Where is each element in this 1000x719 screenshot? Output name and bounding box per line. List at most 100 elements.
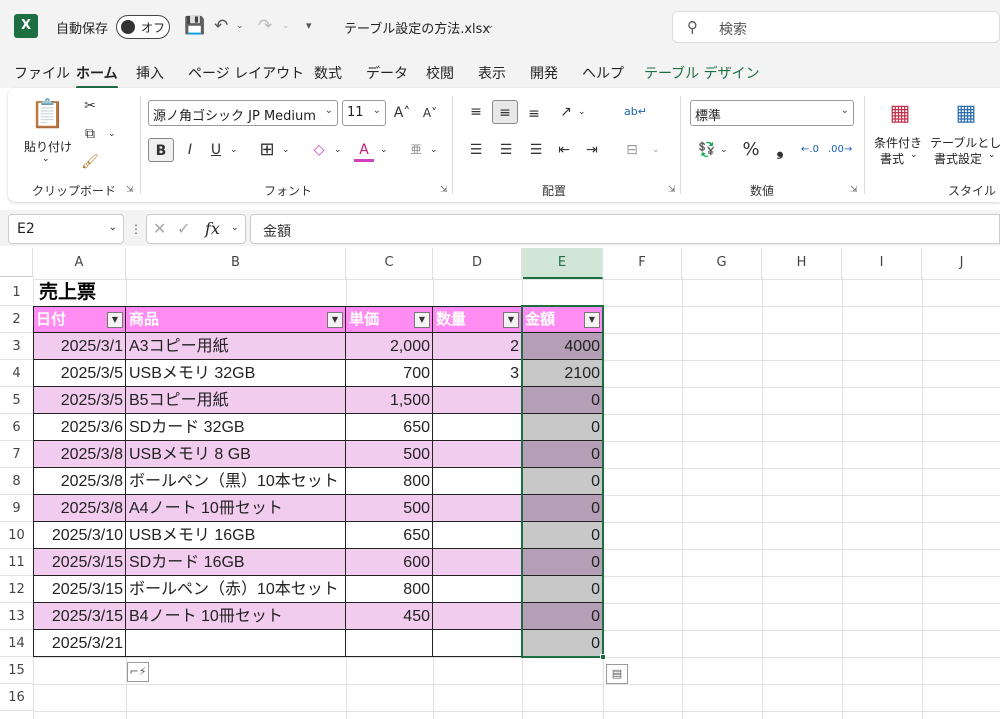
table-cell[interactable]: 2025/3/15 bbox=[33, 603, 126, 630]
accounting-format-icon[interactable]: 💱 bbox=[696, 138, 718, 162]
column-header-a[interactable]: A bbox=[33, 248, 126, 279]
column-header-d[interactable]: D bbox=[433, 248, 522, 279]
conditional-format-label-2[interactable]: 書式 bbox=[880, 150, 904, 167]
table-cell[interactable] bbox=[126, 630, 346, 657]
accounting-dropdown-icon[interactable]: ⌄ bbox=[720, 138, 728, 162]
align-bottom-icon[interactable]: ≡ bbox=[524, 102, 544, 126]
table-cell[interactable]: USBメモリ 16GB bbox=[126, 522, 346, 549]
tab-table-design[interactable]: テーブル デザイン bbox=[644, 63, 760, 83]
more-options-icon[interactable]: ⋮ bbox=[130, 222, 142, 236]
column-header-j[interactable]: J bbox=[922, 248, 1000, 279]
tab-view[interactable]: 表示 bbox=[478, 63, 506, 83]
table-cell[interactable]: A4ノート 10冊セット bbox=[126, 495, 346, 522]
filter-dropdown-icon[interactable]: ▼ bbox=[327, 312, 343, 328]
conditional-dropdown-icon[interactable]: ⌄ bbox=[910, 150, 918, 160]
decrease-font-icon[interactable]: A˅ bbox=[420, 101, 440, 125]
border-dropdown-icon[interactable]: ⌄ bbox=[282, 138, 290, 162]
decrease-indent-icon[interactable]: ⇤ bbox=[554, 138, 574, 162]
quick-analysis-icon[interactable]: ▤ bbox=[606, 664, 628, 684]
table-cell[interactable]: 2025/3/5 bbox=[33, 387, 126, 414]
align-center-icon[interactable]: ☰ bbox=[496, 138, 516, 162]
row-header-8[interactable]: 8 bbox=[0, 468, 33, 495]
format-as-table-label-1[interactable]: テーブルとして bbox=[930, 134, 1000, 151]
format-as-table-dropdown-icon[interactable]: ⌄ bbox=[988, 150, 996, 160]
table-cell[interactable]: 2025/3/8 bbox=[33, 495, 126, 522]
undo-dropdown-icon[interactable]: ⌄ bbox=[236, 14, 244, 38]
align-left-icon[interactable]: ☰ bbox=[466, 138, 486, 162]
table-cell[interactable] bbox=[433, 468, 522, 495]
table-cell[interactable]: 2025/3/21 bbox=[33, 630, 126, 657]
row-header-5[interactable]: 5 bbox=[0, 387, 33, 414]
copy-icon[interactable]: ⧉ bbox=[80, 122, 100, 146]
file-name[interactable]: テーブル設定の方法.xlsx bbox=[344, 18, 490, 37]
table-cell[interactable]: 700 bbox=[346, 360, 433, 387]
sheet-title[interactable]: 売上票 bbox=[36, 279, 99, 306]
column-header-f[interactable]: F bbox=[603, 248, 682, 279]
worksheet-grid[interactable]: A B C D E F G H I J 1 2 3 4 5 6 7 8 9 10 11 12 13 14 15 16 売上票 日付 ▼ 商… bbox=[0, 248, 1000, 719]
tab-page-layout[interactable]: ページ レイアウト bbox=[188, 63, 304, 83]
fill-color-icon[interactable]: ◇ bbox=[308, 138, 330, 162]
table-cell[interactable] bbox=[433, 495, 522, 522]
row-header-13[interactable]: 13 bbox=[0, 603, 33, 630]
align-middle-icon[interactable]: ≡ bbox=[492, 100, 518, 124]
copy-dropdown-icon[interactable]: ⌄ bbox=[108, 122, 116, 146]
filter-dropdown-icon[interactable]: ▼ bbox=[503, 312, 519, 328]
tab-review[interactable]: 校閲 bbox=[426, 63, 454, 83]
table-cell[interactable]: 2025/3/5 bbox=[33, 360, 126, 387]
format-painter-icon[interactable]: 🖌 bbox=[80, 150, 100, 174]
autosave-toggle[interactable]: オフ bbox=[116, 15, 170, 39]
row-header-15[interactable]: 15 bbox=[0, 657, 33, 684]
row-header-10[interactable]: 10 bbox=[0, 522, 33, 549]
table-cell[interactable]: SDカード 32GB bbox=[126, 414, 346, 441]
row-header-2[interactable]: 2 bbox=[0, 306, 33, 333]
column-header-g[interactable]: G bbox=[682, 248, 762, 279]
conditional-format-icon[interactable]: ▦ bbox=[884, 98, 916, 130]
phonetic-dropdown-icon[interactable]: ⌄ bbox=[430, 138, 438, 162]
table-cell[interactable]: 650 bbox=[346, 414, 433, 441]
clipboard-launcher-icon[interactable]: ⇲ bbox=[126, 185, 134, 195]
insert-function-button[interactable]: fx bbox=[205, 219, 220, 238]
increase-decimal-icon[interactable]: ←.0 bbox=[798, 138, 822, 162]
table-cell[interactable]: A3コピー用紙 bbox=[126, 333, 346, 360]
underline-button[interactable]: U bbox=[206, 138, 226, 162]
table-cell[interactable]: 1,500 bbox=[346, 387, 433, 414]
table-cell[interactable] bbox=[433, 522, 522, 549]
select-all-corner[interactable] bbox=[0, 248, 33, 277]
table-cell[interactable]: 3 bbox=[433, 360, 522, 387]
table-cell[interactable] bbox=[433, 549, 522, 576]
merge-center-icon[interactable]: ⊟ bbox=[622, 138, 642, 162]
border-icon[interactable]: ⊞ bbox=[256, 138, 278, 162]
increase-font-icon[interactable]: A˄ bbox=[392, 101, 412, 125]
phonetic-icon[interactable]: 亜 bbox=[406, 138, 426, 162]
table-cell[interactable]: 2025/3/10 bbox=[33, 522, 126, 549]
fill-color-dropdown-icon[interactable]: ⌄ bbox=[334, 138, 342, 162]
column-header-e[interactable]: E bbox=[522, 248, 603, 279]
table-cell[interactable]: B5コピー用紙 bbox=[126, 387, 346, 414]
filename-dropdown-icon[interactable]: ⌄ bbox=[486, 14, 494, 38]
column-header-h[interactable]: H bbox=[762, 248, 842, 279]
bold-button[interactable]: B bbox=[148, 138, 174, 162]
format-as-table-icon[interactable]: ▦ bbox=[950, 98, 982, 130]
tab-help[interactable]: ヘルプ bbox=[582, 63, 624, 83]
align-top-icon[interactable]: ≡ bbox=[466, 100, 486, 124]
tab-insert[interactable]: 挿入 bbox=[136, 63, 164, 83]
table-cell[interactable] bbox=[433, 603, 522, 630]
comma-style-icon[interactable]: ❟ bbox=[770, 138, 790, 162]
font-color-icon[interactable]: A bbox=[354, 138, 374, 162]
percent-icon[interactable]: % bbox=[740, 138, 762, 162]
row-header-14[interactable]: 14 bbox=[0, 630, 33, 657]
number-format-select[interactable]: 標準 ⌄ bbox=[690, 100, 854, 126]
table-cell[interactable]: B4ノート 10冊セット bbox=[126, 603, 346, 630]
table-cell[interactable] bbox=[433, 630, 522, 657]
table-cell[interactable]: 2025/3/8 bbox=[33, 468, 126, 495]
font-launcher-icon[interactable]: ⇲ bbox=[440, 185, 448, 195]
formula-input[interactable]: 金額 bbox=[250, 214, 1000, 244]
table-cell[interactable]: 800 bbox=[346, 576, 433, 603]
tab-file[interactable]: ファイル bbox=[14, 63, 70, 83]
save-icon[interactable]: 💾 bbox=[184, 14, 205, 38]
row-header-6[interactable]: 6 bbox=[0, 414, 33, 441]
table-cell[interactable]: 500 bbox=[346, 441, 433, 468]
row-header-7[interactable]: 7 bbox=[0, 441, 33, 468]
paste-icon[interactable]: 📋 bbox=[30, 96, 65, 132]
search-box[interactable]: ⚲ 検索 bbox=[672, 11, 1000, 43]
